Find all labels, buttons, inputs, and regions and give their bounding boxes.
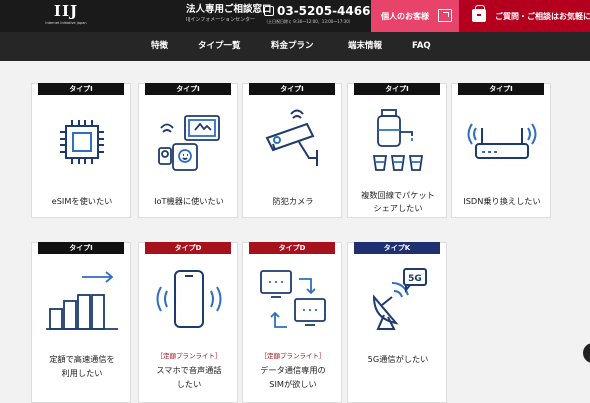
card-label-line-1: 定額で高速通信を bbox=[49, 354, 115, 364]
logo-mark: IIJ bbox=[53, 2, 79, 20]
corporate-contact-sub: IIJインフォメーションセンター bbox=[186, 17, 256, 23]
nav-item-devices[interactable]: 端末情報 bbox=[348, 32, 382, 61]
phone-number: 03-5205-4466 bbox=[277, 4, 371, 18]
phone-hours: （土日祝日除く 9:30～12:00、13:00～17:30） bbox=[264, 19, 353, 24]
external-link-icon bbox=[438, 9, 452, 22]
nav-item-types[interactable]: タイプ一覧 bbox=[198, 32, 241, 61]
plan-tag: ［定額プランライト］ bbox=[156, 352, 222, 360]
phone-contact[interactable]: 03-5205-4466 （土日祝日除く 9:30～12:00、13:00～17… bbox=[264, 4, 374, 26]
card-label-line-2: シェアしたい bbox=[373, 203, 423, 213]
main-nav: 特徴 タイプ一覧 料金プラン 端末情報 FAQ bbox=[0, 32, 590, 61]
type-card-voice-call[interactable]: タイプD ［定額プランライト］ スマホで音声通話 したい bbox=[138, 242, 238, 403]
iij-logo[interactable]: IIJ Internet Initiative Japan bbox=[40, 3, 92, 30]
inquiry-button[interactable]: ご質問・ご相談はお気軽に bbox=[459, 0, 590, 32]
card-label-line-1: データ通信専用の bbox=[260, 365, 326, 375]
type-badge: タイプI bbox=[354, 83, 440, 95]
card-label: IoT機器に使いたい bbox=[154, 196, 224, 206]
site-header: IIJ Internet Initiative Japan 法人専用ご相談窓口 … bbox=[0, 0, 590, 32]
type-card-isdn[interactable]: タイプI ISDN乗り換えしたい bbox=[451, 83, 551, 218]
type-card-iot[interactable]: タイプI IoT機器に使いたい bbox=[138, 83, 238, 218]
card-label-line-1: スマホで音声通話 bbox=[156, 365, 222, 375]
card-label-line-2: 利用したい bbox=[61, 368, 103, 378]
type-badge: タイプD bbox=[249, 242, 335, 254]
chip-icon bbox=[60, 120, 104, 164]
card-label-line-2: SIMが欲しい bbox=[269, 379, 317, 389]
security-camera-icon bbox=[265, 109, 318, 166]
router-icon bbox=[467, 123, 537, 159]
inquiry-label: ご質問・ご相談はお気軽に bbox=[495, 11, 590, 21]
corporate-contact: 法人専用ご相談窓口 IIJインフォメーションセンター bbox=[186, 4, 272, 24]
type-card-esim[interactable]: タイプI eSIMを使いたい bbox=[31, 83, 131, 218]
inquiry-icon bbox=[472, 5, 486, 22]
phone-icon bbox=[264, 6, 274, 16]
personal-customer-label: 個人のお客様 bbox=[381, 11, 429, 21]
card-label-line-2: したい bbox=[176, 379, 202, 389]
card-label: eSIMを使いたい bbox=[51, 196, 113, 206]
nav-item-pricing[interactable]: 料金プラン bbox=[271, 32, 314, 61]
5g-text: 5G bbox=[408, 274, 422, 284]
5g-antenna-icon: 5G bbox=[372, 268, 427, 330]
type-card-packet-share[interactable]: タイプI 複数回線でパケット シェアしたい bbox=[347, 83, 447, 218]
type-badge: タイプD bbox=[145, 242, 231, 254]
type-badge: タイプI bbox=[145, 83, 231, 95]
personal-customer-button[interactable]: 個人のお客様 bbox=[371, 0, 459, 32]
card-label: 防犯カメラ bbox=[272, 196, 314, 206]
type-card-5g[interactable]: タイプK 5G 5G通信がしたい bbox=[347, 242, 447, 403]
card-label-line-1: 複数回線でパケット bbox=[361, 190, 435, 200]
type-badge: タイプK bbox=[354, 242, 440, 254]
nav-item-features[interactable]: 特徴 bbox=[151, 32, 168, 61]
nav-item-faq[interactable]: FAQ bbox=[412, 32, 431, 61]
type-card-data-sim[interactable]: タイプD ［定額プランライト］ データ通信専用の SIMが欲しい bbox=[242, 242, 342, 403]
type-card-camera[interactable]: タイプI 防犯カメラ bbox=[242, 83, 342, 218]
card-label: 5G通信がしたい bbox=[367, 354, 429, 364]
speed-bars-icon bbox=[46, 271, 118, 330]
water-share-icon bbox=[372, 109, 424, 171]
type-card-flat-rate[interactable]: タイプI 定額で高速通信を 利用したい bbox=[31, 242, 131, 403]
smartphone-icon bbox=[156, 270, 222, 328]
type-badge: タイプI bbox=[458, 83, 544, 95]
card-label: ISDN乗り換えしたい bbox=[463, 196, 541, 206]
data-transfer-icon bbox=[260, 270, 326, 328]
type-badge: タイプI bbox=[249, 83, 335, 95]
type-badge: タイプI bbox=[38, 83, 124, 95]
type-badge: タイプI bbox=[38, 242, 124, 254]
floating-action-button[interactable] bbox=[583, 343, 590, 363]
plan-tag: ［定額プランライト］ bbox=[260, 352, 326, 360]
corporate-contact-title: 法人専用ご相談窓口 bbox=[186, 4, 272, 15]
logo-subtitle: Internet Initiative Japan bbox=[45, 21, 87, 25]
iot-devices-icon bbox=[158, 115, 220, 171]
